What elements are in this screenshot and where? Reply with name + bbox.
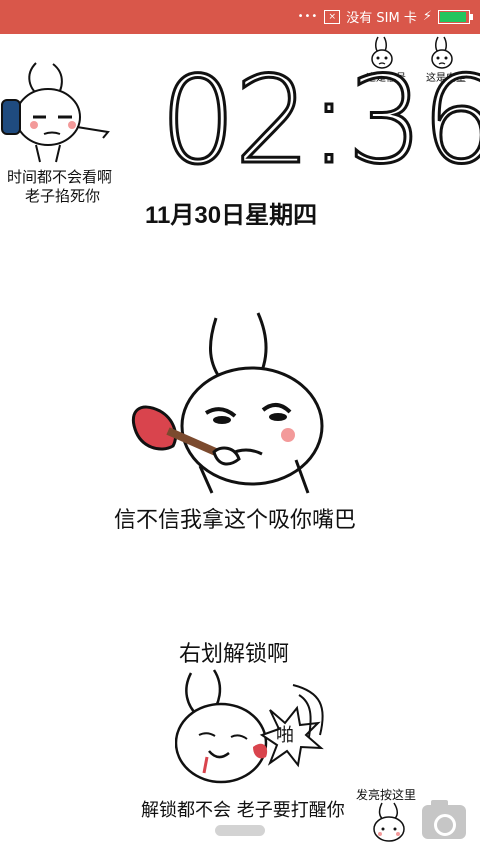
unlock-handle[interactable] (215, 825, 265, 836)
battery-level (440, 11, 466, 22)
phone-rabbit-illustration (1, 62, 110, 163)
middle-caption: 信不信我拿这个吸你嘴巴 (114, 508, 357, 533)
camera-hint-rabbit-icon (373, 802, 405, 842)
camera-hint-caption: 发亮按这里 (356, 788, 417, 802)
status-bar: ••• × 没有 SIM 卡 ⚡ (0, 0, 480, 34)
battery-icon (438, 9, 473, 24)
top-caption-line-2: 老子掐死你 (25, 187, 101, 205)
lock-screen-date: 11月30日星期四 (145, 202, 318, 229)
top-caption-line-1: 时间都不会看啊 (7, 168, 113, 186)
bottom-caption: 解锁都不会 老子要打醒你 (141, 800, 345, 821)
sim-status-label: 没有 SIM 卡 (346, 11, 417, 26)
no-sim-icon: × (324, 9, 341, 24)
status-dots: ••• (297, 11, 319, 22)
slap-sound-text: 啪 (276, 725, 294, 746)
camera-icon[interactable] (422, 800, 466, 839)
plunger-rabbit-illustration (132, 312, 324, 494)
status-bar-right: ••• × 没有 SIM 卡 ⚡ (297, 7, 473, 26)
charging-icon: ⚡ (422, 9, 432, 24)
lock-screen-time: 02:36 (159, 52, 480, 191)
swipe-unlock-title: 右划解锁啊 (179, 642, 290, 667)
slap-rabbit-illustration: 啪 (175, 669, 324, 784)
